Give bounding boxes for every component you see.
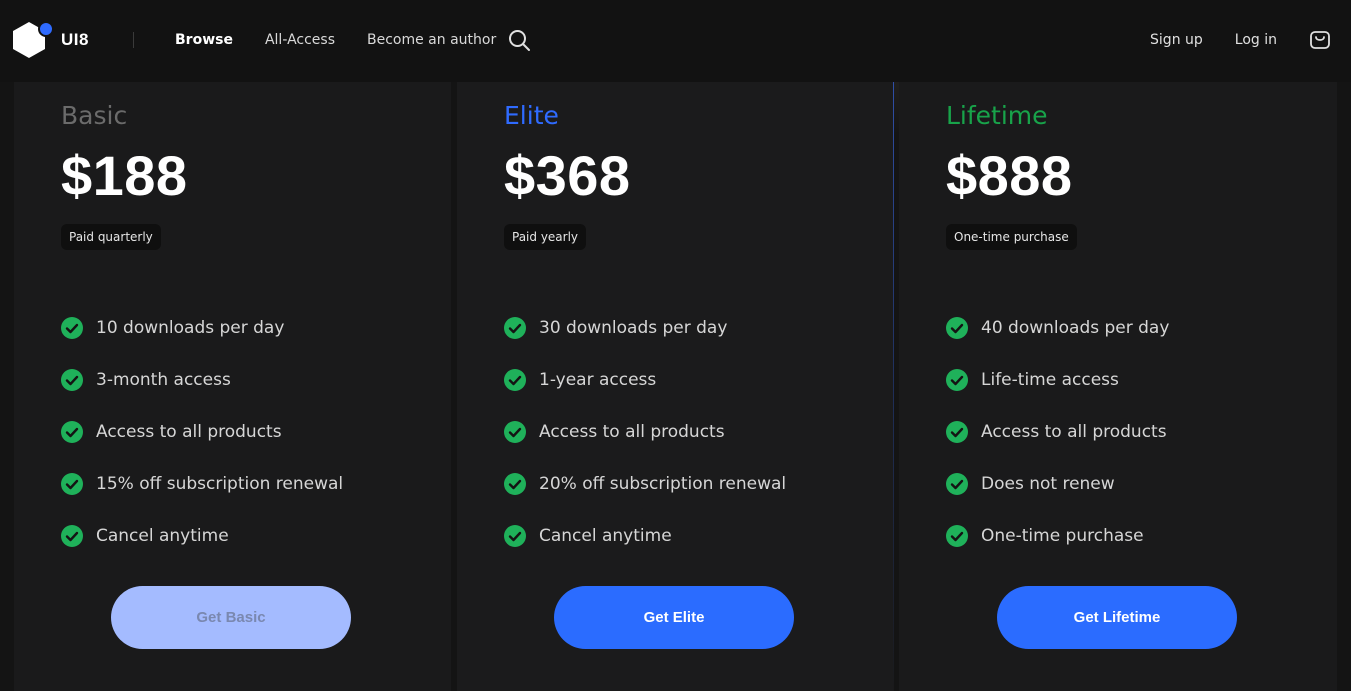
feature-text: Access to all products <box>981 422 1167 442</box>
feature-text: One-time purchase <box>981 526 1144 546</box>
plan-card-basic: Basic $188 Paid quarterly 10 downloads p… <box>14 82 451 691</box>
plan-name: Lifetime <box>946 101 1048 130</box>
list-item: 1-year access <box>504 354 873 406</box>
list-item: Life-time access <box>946 354 1317 406</box>
main-nav: Browse All-Access Become an author <box>175 30 528 50</box>
nav-browse[interactable]: Browse <box>175 30 233 50</box>
billing-badge: Paid quarterly <box>61 224 161 250</box>
feature-text: Access to all products <box>539 422 725 442</box>
check-circle-icon <box>946 421 968 443</box>
plan-name: Basic <box>61 101 128 130</box>
billing-badge: Paid yearly <box>504 224 587 250</box>
account-nav: Sign up Log in <box>1118 28 1331 52</box>
check-circle-icon <box>504 421 526 443</box>
plan-price: $888 <box>946 144 1073 207</box>
plan-price: $188 <box>61 144 188 207</box>
feature-text: 30 downloads per day <box>539 318 728 338</box>
check-circle-icon <box>946 525 968 547</box>
get-elite-button[interactable]: Get Elite <box>554 586 794 649</box>
plan-price: $368 <box>504 144 631 207</box>
check-circle-icon <box>946 473 968 495</box>
list-item: Access to all products <box>504 406 873 458</box>
list-item: 40 downloads per day <box>946 302 1317 354</box>
card-divider <box>893 82 894 691</box>
feature-text: Cancel anytime <box>539 526 672 546</box>
check-circle-icon <box>61 317 83 339</box>
list-item: Does not renew <box>946 458 1317 510</box>
list-item: 15% off subscription renewal <box>61 458 431 510</box>
feature-list: 30 downloads per day 1-year access Acces… <box>504 302 873 562</box>
get-lifetime-button[interactable]: Get Lifetime <box>997 586 1237 649</box>
nav-all-access[interactable]: All-Access <box>265 30 335 50</box>
log-in-link[interactable]: Log in <box>1235 28 1277 52</box>
shopping-bag-icon[interactable] <box>1309 29 1331 51</box>
list-item: Access to all products <box>946 406 1317 458</box>
feature-text: 15% off subscription renewal <box>96 474 344 494</box>
billing-badge: One-time purchase <box>946 224 1077 250</box>
logo-text: UI8 <box>61 30 89 49</box>
search-icon[interactable] <box>507 28 531 52</box>
pricing-cards: Basic $188 Paid quarterly 10 downloads p… <box>14 82 1337 691</box>
feature-text: Life-time access <box>981 370 1119 390</box>
feature-list: 10 downloads per day 3-month access Acce… <box>61 302 431 562</box>
nav-become-an-author[interactable]: Become an author <box>367 30 496 50</box>
list-item: One-time purchase <box>946 510 1317 562</box>
ui8-logo[interactable]: UI8 <box>11 20 89 60</box>
check-circle-icon <box>504 525 526 547</box>
feature-text: Does not renew <box>981 474 1115 494</box>
pricing-page: UI8 Browse All-Access Become an author S… <box>0 0 1351 691</box>
header-divider <box>133 32 134 48</box>
check-circle-icon <box>946 369 968 391</box>
feature-text: 1-year access <box>539 370 657 390</box>
plan-name: Elite <box>504 101 559 130</box>
list-item: Access to all products <box>61 406 431 458</box>
check-circle-icon <box>504 473 526 495</box>
check-circle-icon <box>61 421 83 443</box>
feature-text: 20% off subscription renewal <box>539 474 787 494</box>
list-item: Cancel anytime <box>61 510 431 562</box>
list-item: 3-month access <box>61 354 431 406</box>
feature-list: 40 downloads per day Life-time access Ac… <box>946 302 1317 562</box>
feature-text: Cancel anytime <box>96 526 229 546</box>
top-navigation-bar: UI8 Browse All-Access Become an author S… <box>0 0 1351 82</box>
check-circle-icon <box>946 317 968 339</box>
feature-text: Access to all products <box>96 422 282 442</box>
feature-text: 40 downloads per day <box>981 318 1170 338</box>
check-circle-icon <box>61 473 83 495</box>
ui8-logo-icon <box>11 20 55 60</box>
sign-up-link[interactable]: Sign up <box>1150 28 1203 52</box>
feature-text: 3-month access <box>96 370 231 390</box>
plan-card-lifetime: Lifetime $888 One-time purchase 40 downl… <box>899 82 1337 691</box>
list-item: 10 downloads per day <box>61 302 431 354</box>
check-circle-icon <box>61 525 83 547</box>
feature-text: 10 downloads per day <box>96 318 285 338</box>
check-circle-icon <box>504 369 526 391</box>
list-item: Cancel anytime <box>504 510 873 562</box>
check-circle-icon <box>61 369 83 391</box>
check-circle-icon <box>504 317 526 339</box>
get-basic-button[interactable]: Get Basic <box>111 586 351 649</box>
list-item: 20% off subscription renewal <box>504 458 873 510</box>
list-item: 30 downloads per day <box>504 302 873 354</box>
plan-card-elite: Elite $368 Paid yearly 30 downloads per … <box>457 82 893 691</box>
